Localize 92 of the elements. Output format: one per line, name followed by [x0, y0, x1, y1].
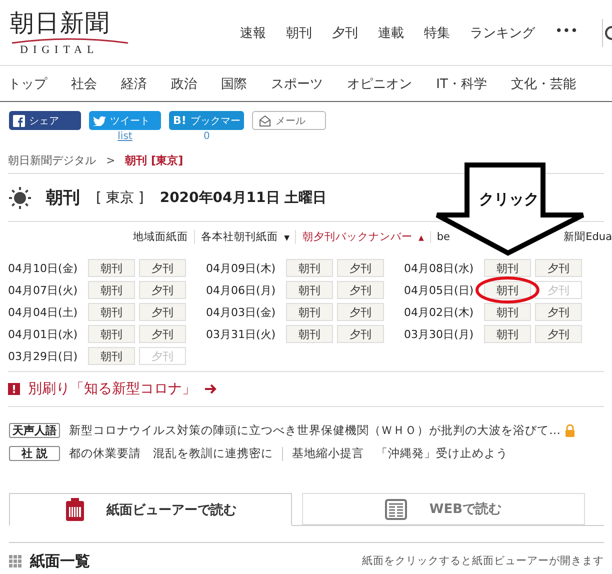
- edition-button[interactable]: 朝刊: [484, 325, 532, 343]
- category-tab[interactable]: 文化・芸能: [510, 74, 576, 92]
- issue-date: 04月02日(木): [404, 304, 475, 320]
- circle-annotation: [475, 276, 540, 304]
- top-nav-link[interactable]: ランキング: [470, 24, 535, 42]
- hatena-icon: B!: [173, 114, 186, 127]
- category-tab[interactable]: オピニオン: [347, 74, 412, 92]
- special-link[interactable]: 別刷り「知る新型コロナ」: [28, 380, 196, 398]
- edition-button[interactable]: 夕刊: [139, 259, 186, 277]
- read-tab[interactable]: 紙面ビューアーで読む: [9, 493, 292, 526]
- newspaper-viewer-icon: [64, 498, 84, 521]
- issue-date: 04月10日(金): [8, 260, 79, 276]
- mail-share-button[interactable]: メール: [252, 111, 326, 130]
- logo-title[interactable]: 朝日新聞: [10, 10, 110, 36]
- subnav-link[interactable]: be: [430, 230, 456, 242]
- edition-button[interactable]: 朝刊: [484, 281, 532, 299]
- grid-icon: [9, 554, 22, 568]
- top-nav-link[interactable]: •••: [555, 24, 578, 42]
- envelope-icon: [259, 114, 272, 126]
- edition-button[interactable]: 朝刊: [286, 281, 334, 299]
- facebook-icon: [13, 114, 25, 126]
- edition-button[interactable]: 朝刊: [88, 303, 136, 321]
- issue-date: 04月04日(土): [8, 304, 79, 320]
- category-tab[interactable]: 国際: [221, 74, 248, 92]
- top-nav-link[interactable]: 特集: [424, 24, 450, 42]
- category-tab[interactable]: 社会: [71, 74, 98, 92]
- headline-link[interactable]: 都の休業要請 混乱を教訓に連携密に: [69, 446, 273, 461]
- edition-region: [ 東京 ]: [96, 188, 144, 206]
- alert-icon: !: [8, 383, 20, 395]
- breadcrumb-separator: >: [106, 154, 116, 166]
- top-nav-link[interactable]: 連載: [378, 24, 404, 42]
- bird-icon: [93, 115, 106, 126]
- issue-date: 03月30日(月): [404, 326, 475, 342]
- breadcrumb-current: 朝刊 [東京]: [125, 152, 184, 168]
- edition-button[interactable]: 朝刊: [88, 347, 136, 365]
- edition-button[interactable]: 朝刊: [286, 303, 334, 321]
- edition-button[interactable]: 夕刊: [337, 281, 384, 299]
- section-title: 紙面一覧: [30, 552, 90, 570]
- section-hint: 紙面をクリックすると紙面ビューアーが開きます: [362, 554, 604, 568]
- edition-button[interactable]: 夕刊: [337, 303, 384, 321]
- logo-subtitle[interactable]: DIGITAL: [20, 44, 99, 56]
- headline-link[interactable]: 基地縮小提言 「沖縄発」受け止めよう: [292, 446, 508, 461]
- edition-button[interactable]: 夕刊: [139, 281, 186, 299]
- subnav-link[interactable]: 新聞Edua: [564, 230, 612, 244]
- facebook-share-button[interactable]: シェア: [9, 111, 81, 130]
- edition-button[interactable]: 朝刊: [286, 325, 334, 343]
- issue-date: 03月31日(火): [206, 326, 277, 342]
- category-tab[interactable]: トップ: [8, 74, 47, 92]
- edition-button[interactable]: 夕刊: [337, 325, 384, 343]
- edition-button[interactable]: 朝刊: [88, 325, 136, 343]
- edition-button[interactable]: 夕刊: [139, 325, 186, 343]
- category-tab[interactable]: スポーツ: [271, 74, 324, 92]
- read-tab[interactable]: WEBで読む: [302, 493, 585, 525]
- arrow-right-icon: [204, 383, 217, 395]
- edition-button[interactable]: 朝刊: [286, 259, 334, 277]
- edition-button[interactable]: 夕刊: [139, 303, 186, 321]
- breadcrumb-link[interactable]: 朝日新聞デジタル: [8, 152, 96, 168]
- edition-button[interactable]: 夕刊: [535, 325, 582, 343]
- edition-button[interactable]: 朝刊: [88, 259, 136, 277]
- category-tab[interactable]: 政治: [171, 74, 198, 92]
- issue-date: 03月29日(日): [8, 348, 79, 364]
- category-tab[interactable]: 経済: [121, 74, 148, 92]
- column-tag: 天声人語: [9, 423, 60, 438]
- subnav-link[interactable]: 地域面紙面: [127, 230, 194, 244]
- column-tag: 社 説: [9, 446, 60, 461]
- search-icon: [604, 24, 612, 40]
- edition-date: 2020年04月11日 土曜日: [160, 188, 327, 206]
- issue-date: 04月05日(日): [404, 282, 475, 298]
- sun-icon: [8, 186, 32, 210]
- annotation-label: クリック: [479, 190, 539, 209]
- edition-button[interactable]: 夕刊: [535, 259, 582, 277]
- edition-button[interactable]: 朝刊: [484, 259, 532, 277]
- edition-button[interactable]: 朝刊: [484, 303, 532, 321]
- share-count: 0: [204, 131, 210, 143]
- category-tab[interactable]: IT・科学: [436, 74, 487, 92]
- top-nav-link[interactable]: 夕刊: [332, 24, 358, 42]
- web-page-icon: [385, 498, 408, 520]
- share-count-link[interactable]: list: [118, 131, 132, 143]
- top-nav-link[interactable]: 朝刊: [286, 24, 312, 42]
- edition-button[interactable]: 夕刊: [337, 259, 384, 277]
- issue-date: 04月01日(水): [8, 326, 79, 342]
- issue-date: 04月03日(金): [206, 304, 277, 320]
- top-nav-link[interactable]: 速報: [240, 24, 266, 42]
- edition-title: 朝刊: [46, 187, 80, 209]
- headline-link[interactable]: 新型コロナウイルス対策の陣頭に立つべき世界保健機関（ＷＨＯ）が批判の大波を浴びて…: [69, 423, 560, 438]
- hatena-share-button[interactable]: B! ブックマー: [169, 111, 244, 130]
- edition-button[interactable]: 朝刊: [88, 281, 136, 299]
- issue-date: 04月07日(火): [8, 282, 79, 298]
- issue-date: 04月09日(木): [206, 260, 277, 276]
- issue-date: 04月08日(水): [404, 260, 475, 276]
- issue-date: 04月06日(月): [206, 282, 277, 298]
- edition-button[interactable]: 夕刊: [535, 303, 582, 321]
